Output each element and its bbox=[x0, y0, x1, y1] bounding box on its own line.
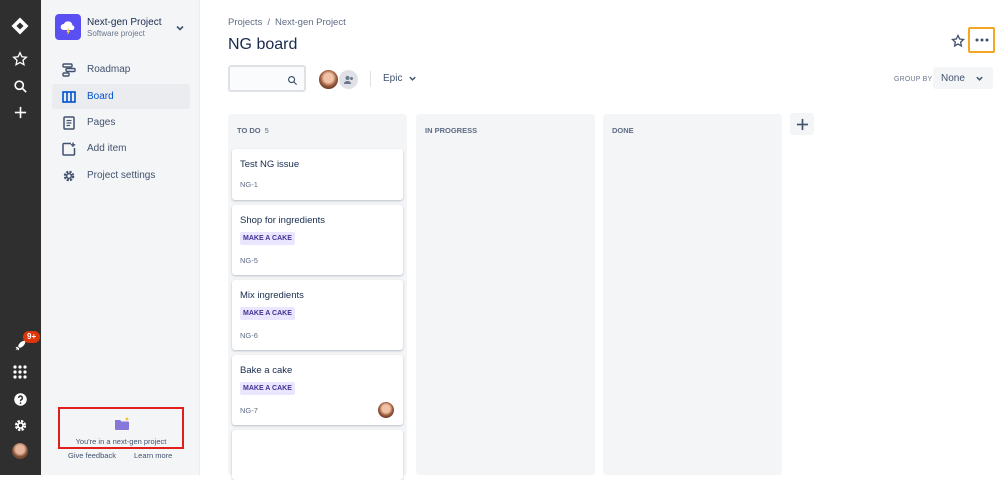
user-avatar[interactable] bbox=[12, 443, 28, 459]
chevron-down-icon bbox=[409, 76, 417, 81]
epic-filter-label: Epic bbox=[383, 73, 403, 84]
sidebar-item-label: Pages bbox=[87, 117, 116, 128]
settings-icon[interactable] bbox=[10, 415, 30, 435]
board-column-in-progress[interactable]: IN PROGRESS bbox=[416, 114, 595, 475]
issue-key: NG-7 bbox=[240, 406, 258, 415]
gear-icon bbox=[60, 167, 78, 185]
add-column-button[interactable] bbox=[790, 113, 814, 135]
issue-title: Shop for ingredients bbox=[240, 215, 326, 226]
chevron-down-icon[interactable] bbox=[175, 20, 185, 31]
issue-card[interactable]: Shop for ingredients MAKE A CAKE NG-5 bbox=[232, 205, 403, 275]
issue-card[interactable]: Mix ingredients MAKE A CAKE NG-6 bbox=[232, 280, 403, 350]
project-avatar[interactable] bbox=[55, 14, 81, 40]
learn-more-link[interactable]: Learn more bbox=[134, 451, 172, 460]
project-sidebar: Next-gen Project Software project Roadma… bbox=[41, 0, 200, 475]
help-icon[interactable] bbox=[10, 389, 30, 409]
column-title: IN PROGRESS bbox=[425, 126, 478, 135]
plus-icon bbox=[796, 118, 808, 130]
more-actions-button[interactable] bbox=[968, 27, 995, 53]
global-nav-rail: 9+ bbox=[0, 0, 41, 475]
pages-icon bbox=[60, 114, 78, 132]
give-feedback-link[interactable]: Give feedback bbox=[68, 451, 116, 460]
column-title: DONE bbox=[612, 126, 634, 135]
issue-card[interactable]: Bake a cake MAKE A CAKE NG-7 bbox=[232, 355, 403, 425]
search-input[interactable] bbox=[228, 65, 306, 92]
nextgen-project-notice[interactable]: You're in a next-gen project bbox=[58, 407, 184, 449]
chevron-down-icon bbox=[976, 76, 983, 81]
sidebar-item-label: Project settings bbox=[87, 170, 156, 181]
nextgen-notice-text: You're in a next-gen project bbox=[75, 437, 167, 446]
epic-lozenge: MAKE A CAKE bbox=[240, 307, 295, 320]
assignee-avatar[interactable] bbox=[378, 402, 394, 418]
star-icon[interactable] bbox=[950, 33, 966, 48]
sidebar-item-project-settings[interactable]: Project settings bbox=[52, 163, 190, 188]
project-type: Software project bbox=[87, 29, 145, 38]
issue-title: Bake a cake bbox=[240, 365, 293, 376]
add-item-icon bbox=[60, 140, 78, 158]
page-title: NG board bbox=[228, 36, 298, 53]
sidebar-item-roadmap[interactable]: Roadmap bbox=[52, 57, 190, 82]
group-by-label: GROUP BY bbox=[894, 76, 933, 83]
breadcrumb-projects[interactable]: Projects bbox=[228, 17, 262, 28]
breadcrumb-project[interactable]: Next-gen Project bbox=[275, 17, 346, 28]
epic-lozenge: MAKE A CAKE bbox=[240, 382, 295, 395]
notification-badge: 9+ bbox=[23, 331, 41, 343]
issue-card[interactable]: Test NG issue NG-1 bbox=[232, 149, 403, 200]
folder-sparkle-icon bbox=[114, 417, 130, 436]
sidebar-item-label: Add item bbox=[87, 143, 127, 154]
column-header: IN PROGRESS bbox=[425, 126, 477, 135]
project-name[interactable]: Next-gen Project bbox=[87, 17, 161, 28]
search-icon bbox=[287, 73, 298, 91]
sidebar-item-board[interactable]: Board bbox=[52, 84, 190, 109]
epic-lozenge: MAKE A CAKE bbox=[240, 232, 295, 245]
issue-title: Mix ingredients bbox=[240, 290, 304, 301]
board-icon bbox=[60, 88, 78, 106]
issue-key: NG-1 bbox=[240, 180, 258, 189]
board-column-todo[interactable]: TO DO 5 Test NG issue NG-1 Shop for ingre… bbox=[228, 114, 407, 480]
group-by-value: None bbox=[941, 72, 965, 84]
assignee-avatar[interactable] bbox=[318, 69, 339, 90]
board-column-done[interactable]: DONE bbox=[603, 114, 782, 475]
breadcrumb: Projects / Next-gen Project bbox=[228, 17, 346, 28]
issue-card[interactable] bbox=[232, 430, 403, 480]
unassigned-users-icon[interactable] bbox=[338, 69, 359, 90]
group-by-select[interactable]: None bbox=[933, 67, 993, 89]
star-icon[interactable] bbox=[10, 49, 30, 69]
apps-grid-icon[interactable] bbox=[10, 362, 30, 382]
epic-filter[interactable]: Epic bbox=[383, 73, 417, 84]
roadmap-icon bbox=[60, 61, 78, 79]
create-icon[interactable] bbox=[10, 102, 30, 122]
sidebar-item-pages[interactable]: Pages bbox=[52, 110, 190, 135]
sidebar-item-add-item[interactable]: Add item bbox=[52, 136, 190, 161]
issue-key: NG-5 bbox=[240, 256, 258, 265]
column-header: TO DO 5 bbox=[237, 126, 269, 135]
column-title: TO DO bbox=[237, 126, 261, 135]
ellipsis-icon bbox=[975, 38, 988, 42]
column-header: DONE bbox=[612, 126, 634, 135]
jira-logo-icon[interactable] bbox=[10, 16, 30, 36]
search-icon[interactable] bbox=[10, 76, 30, 96]
issue-title: Test NG issue bbox=[240, 159, 300, 170]
toolbar-divider bbox=[370, 71, 371, 87]
column-count: 5 bbox=[264, 126, 269, 135]
sidebar-item-label: Roadmap bbox=[87, 64, 131, 75]
sidebar-item-label: Board bbox=[87, 91, 114, 102]
issue-key: NG-6 bbox=[240, 331, 258, 340]
